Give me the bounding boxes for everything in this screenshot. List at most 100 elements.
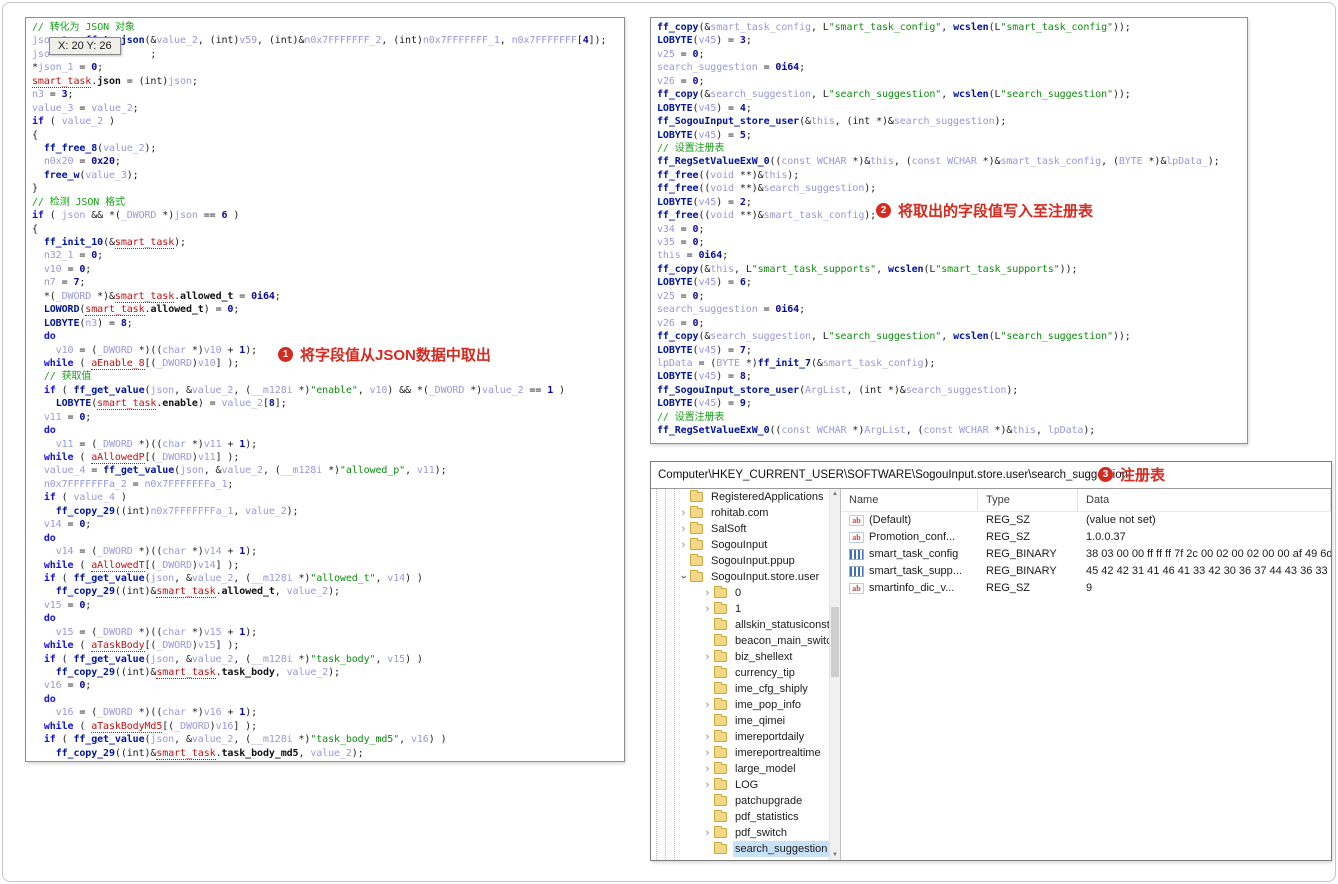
tree-item-label: RegisteredApplications (711, 491, 824, 503)
folder-icon (714, 586, 727, 598)
value-type: REG_SZ (986, 582, 1031, 594)
chevron-collapsed-icon[interactable]: › (701, 586, 714, 600)
value-name: smart_task_supp... (869, 565, 962, 577)
chevron-collapsed-icon[interactable]: › (701, 762, 714, 776)
registry-key-patchupgrade[interactable]: patchupgrade (651, 793, 829, 809)
code-line: ff_copy(&this, L"smart_task_supports", w… (657, 263, 1078, 275)
tree-item-label: 0 (735, 587, 742, 599)
registry-value-row[interactable]: ab (Default) REG_SZ (value not set) (841, 512, 1331, 529)
annotation-step2: 2 将取出的字段值写入至注册表 (876, 200, 1093, 221)
registry-value-row[interactable]: smart_task_config REG_BINARY 38 03 00 00 f… (841, 546, 1331, 563)
scroll-down-icon[interactable]: ▼ (830, 850, 840, 860)
code-line: n0x7FFFFFFFa_2 = n0x7FFFFFFFa_1; (43, 478, 234, 490)
chevron-collapsed-icon[interactable]: › (701, 778, 714, 792)
chevron-collapsed-icon[interactable]: › (701, 602, 714, 616)
registry-key-search-suggestion[interactable]: search_suggestion (651, 841, 829, 857)
value-name: (Default) (869, 514, 912, 526)
registry-key-currency-tip[interactable]: currency_tip (651, 665, 829, 681)
code-line: v15 = 0; (43, 599, 92, 611)
chevron-collapsed-icon[interactable]: › (677, 538, 690, 552)
code-line: ff_copy(&smart_task_config, L"smart_task… (657, 22, 1131, 33)
registry-value-row[interactable]: ab smartinfo_dic_v... REG_SZ 9 (841, 580, 1331, 597)
registry-key-pdf-switch[interactable]: › pdf_switch (651, 825, 829, 841)
tree-item-label: rohitab.com (711, 507, 769, 519)
folder-icon (714, 762, 727, 774)
registry-key-sogouinput-store-user[interactable]: › SogouInput.store.user (651, 569, 829, 585)
code-line: n32_1 = 0; (43, 250, 104, 262)
registry-key-registeredapplications[interactable]: RegisteredApplications (651, 489, 829, 505)
reg-binary-icon (849, 566, 864, 577)
chevron-collapsed-icon[interactable]: › (701, 826, 714, 840)
folder-icon (714, 730, 727, 742)
chevron-collapsed-icon[interactable]: › (677, 522, 690, 536)
tree-item-label: ime_cfg_shiply (735, 683, 808, 695)
tree-item-label: biz_shellext (735, 651, 793, 663)
registry-key-log[interactable]: › LOG (651, 777, 829, 793)
code-line: if ( json && *(_DWORD *)json == 6 ) (32, 210, 240, 222)
code-line: // 检测 JSON 格式 (32, 196, 125, 208)
folder-icon (690, 506, 703, 518)
step2-text: 将取出的字段值写入至注册表 (898, 203, 1094, 220)
registry-key-beacon-main-switch[interactable]: beacon_main_switch (651, 633, 829, 649)
code-line: n7 = 7; (43, 277, 86, 289)
chevron-collapsed-icon[interactable]: › (701, 746, 714, 760)
step3-number-badge: 3 (1098, 467, 1113, 482)
registry-key-salsoft[interactable]: › SalSoft (651, 521, 829, 537)
registry-key-biz-shellext[interactable]: › biz_shellext (651, 649, 829, 665)
registry-address-bar[interactable]: Computer\HKEY_CURRENT_USER\SOFTWARE\Sogo… (651, 462, 1331, 489)
registry-value-row[interactable]: ab Promotion_conf... REG_SZ 1.0.0.37 (841, 529, 1331, 546)
code-line: ff_free((void **)&this); (657, 169, 800, 181)
chevron-collapsed-icon[interactable]: › (701, 650, 714, 664)
code-line: // 获取值 (43, 371, 92, 383)
tree-item-label: SogouInput (711, 539, 768, 551)
scroll-up-icon[interactable]: ▲ (830, 489, 840, 499)
chevron-collapsed-icon[interactable]: › (701, 730, 714, 744)
code-line: v15 = (_DWORD *)((char *)v15 + 1); (55, 626, 258, 638)
column-header-name[interactable]: Name (841, 489, 978, 511)
code-line: this = 0i64; (657, 250, 729, 262)
registry-key-large-model[interactable]: › large_model (651, 761, 829, 777)
registry-tree: RegisteredApplications › rohitab.com › SalSo… (651, 489, 829, 860)
chevron-collapsed-icon[interactable]: › (701, 698, 714, 712)
column-header-type[interactable]: Type (978, 489, 1078, 511)
figure-canvas: { "tooltip": { "text": "X: 20 Y: 26" }, … (0, 0, 1338, 884)
folder-icon (714, 714, 727, 726)
registry-key-imereportdaily[interactable]: › imereportdaily (651, 729, 829, 745)
folder-icon (690, 538, 703, 550)
code-line: while ( aTaskBody[(_DWORD)v15] ); (43, 640, 240, 653)
registry-key-rohitab-com[interactable]: › rohitab.com (651, 505, 829, 521)
code-line: do (43, 532, 56, 544)
registry-value-row[interactable]: smart_task_supp... REG_BINARY 45 42 42 31 … (841, 563, 1331, 580)
code-line: value_4 = ff_get_value(json, &value_2, (… (43, 465, 447, 477)
code-line: n0x20 = 0x20; (43, 156, 121, 168)
column-header-data[interactable]: Data (1078, 489, 1331, 511)
code-line: ff_free((void **)&search_suggestion); (657, 183, 877, 195)
annotation-step3: 3 注册表 (1098, 464, 1165, 485)
scroll-thumb[interactable] (831, 607, 839, 677)
registry-key-0[interactable]: › 0 (651, 585, 829, 601)
tree-item-label: patchupgrade (735, 795, 803, 807)
chevron-collapsed-icon[interactable]: › (677, 506, 690, 520)
tree-item-label: 1 (735, 603, 742, 615)
code-line: ff_SogouInput_store_user(ArgList, (int *… (657, 384, 1019, 396)
code-line: do (43, 331, 56, 343)
registry-key-pdf-statistics[interactable]: pdf_statistics (651, 809, 829, 825)
value-data: (value not set) (1086, 514, 1156, 526)
code-line: ff_copy_29((int)&smart_task.task_body_md… (55, 747, 364, 760)
code-line: ff_copy(&search_suggestion, L"search_sug… (657, 331, 1131, 343)
registry-key-ime-qimei[interactable]: ime_qimei (651, 713, 829, 729)
registry-key-ime-pop-info[interactable]: › ime_pop_info (651, 697, 829, 713)
registry-key-sogouinput[interactable]: › SogouInput (651, 537, 829, 553)
code-line: { (32, 223, 38, 235)
registry-key-1[interactable]: › 1 (651, 601, 829, 617)
code-line: value_3 = value_2; (32, 102, 139, 114)
code-line: if ( value_2 ) (32, 116, 115, 128)
tree-scrollbar[interactable]: ▲ ▼ (829, 489, 840, 860)
registry-key-imereportrealtime[interactable]: › imereportrealtime (651, 745, 829, 761)
registry-key-ime-cfg-shiply[interactable]: ime_cfg_shiply (651, 681, 829, 697)
chevron-expanded-icon[interactable]: › (677, 571, 691, 584)
registry-key-sogouinput-ppup[interactable]: SogouInput.ppup (651, 553, 829, 569)
registry-key-allskin-statusiconstatis[interactable]: allskin_statusiconstatis (651, 617, 829, 633)
decompiler-panel-registry-write: ff_copy(&smart_task_config, L"smart_task… (650, 17, 1248, 444)
tree-item-label: imereportrealtime (735, 747, 821, 759)
